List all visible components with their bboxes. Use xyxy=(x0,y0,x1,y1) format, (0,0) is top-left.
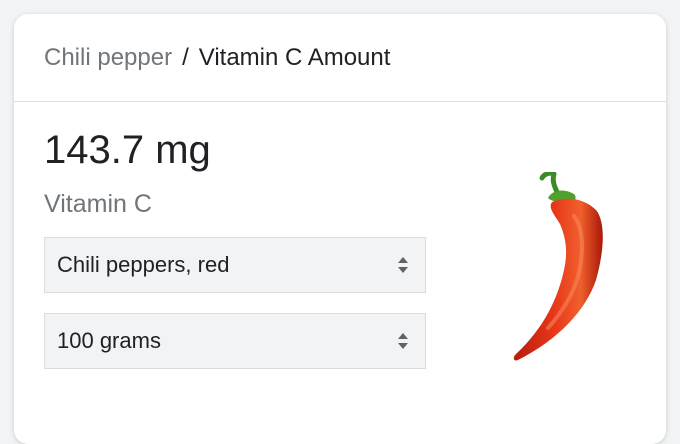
quantity-select-value: 100 grams xyxy=(57,328,161,353)
chili-pepper-image xyxy=(513,172,603,361)
food-select-value: Chili peppers, red xyxy=(57,252,230,277)
select-arrows-icon xyxy=(398,257,408,273)
quantity-select[interactable]: 100 grams xyxy=(44,313,426,369)
nutrient-label: Vitamin C xyxy=(44,190,152,218)
breadcrumb-separator: / xyxy=(182,43,189,71)
vitamin-amount: 143.7 mg xyxy=(44,128,211,172)
select-arrows-icon xyxy=(398,333,408,349)
breadcrumb-current: Vitamin C Amount xyxy=(198,43,391,71)
breadcrumb-parent-link[interactable]: Chili pepper xyxy=(44,44,172,72)
food-select[interactable]: Chili peppers, red xyxy=(44,237,426,293)
breadcrumb: Chili pepper / Vitamin C Amount xyxy=(14,14,666,102)
nutrition-card: Chili pepper / Vitamin C Amount 143.7 mg… xyxy=(14,14,666,444)
